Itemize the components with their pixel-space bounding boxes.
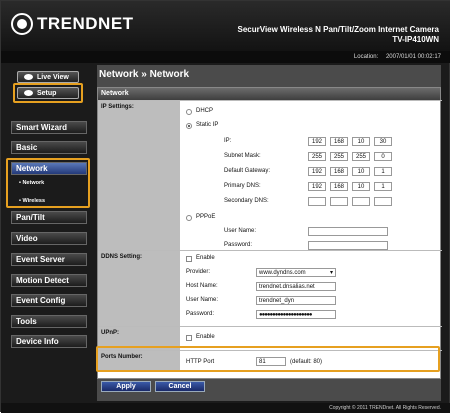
brand-name: TRENDNET: [37, 14, 134, 33]
gateway-octet-3[interactable]: 10: [352, 167, 370, 176]
pppoe-password-input[interactable]: [308, 241, 388, 250]
host-name-label: Host Name:: [186, 283, 218, 289]
ip-settings-row: IP Settings: DHCP Static IP IP: 192 168 …: [98, 100, 442, 250]
ip-octet-3[interactable]: 10: [352, 137, 370, 146]
sidebar-item-video[interactable]: Video: [11, 232, 87, 245]
ddns-enable-checkbox[interactable]: [186, 256, 192, 262]
gateway-octet-2[interactable]: 168: [330, 167, 348, 176]
primary-dns-label: Primary DNS:: [224, 183, 261, 189]
trendnet-logo: TRENDNET: [11, 13, 134, 35]
ddns-row: DDNS Setting: Enable Provider: www.dyndn…: [98, 250, 442, 326]
provider-select[interactable]: www.dyndns.com: [256, 268, 336, 277]
sidebar-item-pan-tilt[interactable]: Pan/Tilt: [11, 211, 87, 224]
network-highlight: [6, 158, 90, 208]
subnet-octet-4[interactable]: 0: [374, 152, 392, 161]
ddns-password-label: Password:: [186, 311, 215, 317]
sidebar-item-basic[interactable]: Basic: [11, 141, 87, 154]
pppoe-label: PPPoE: [196, 214, 216, 220]
product-name: SecurView Wireless N Pan/Tilt/Zoom Inter…: [237, 25, 439, 34]
location-datetime: 2007/01/01 00:02:17: [385, 54, 441, 60]
upnp-enable-label: Enable: [196, 334, 215, 340]
sidebar-item-device-info[interactable]: Device Info: [11, 335, 87, 348]
ddns-label: DDNS Setting:: [98, 251, 180, 326]
ip-octet-1[interactable]: 192: [308, 137, 326, 146]
subnet-octet-3[interactable]: 255: [352, 152, 370, 161]
static-ip-label: Static IP: [196, 122, 219, 128]
host-name-input[interactable]: trendnet.dnsalias.net: [256, 282, 336, 291]
pppoe-radio[interactable]: [186, 215, 192, 221]
cancel-button[interactable]: Cancel: [155, 381, 205, 392]
network-panel: Network IP Settings: DHCP Static IP IP: …: [96, 87, 442, 379]
subnet-octet-1[interactable]: 255: [308, 152, 326, 161]
product-title: SecurView Wireless N Pan/Tilt/Zoom Inter…: [238, 25, 439, 45]
sidebar-item-event-server[interactable]: Event Server: [11, 253, 87, 266]
location-bar: Location: 2007/01/01 00:02:17: [1, 51, 450, 63]
ip-label: IP:: [224, 138, 232, 144]
secondary-dns-octet-4[interactable]: [374, 197, 392, 206]
ip-octet-2[interactable]: 168: [330, 137, 348, 146]
dhcp-radio[interactable]: [186, 109, 192, 115]
eye-icon: [24, 74, 33, 80]
secondary-dns-label: Secondary DNS:: [224, 198, 269, 204]
upnp-enable-checkbox[interactable]: [186, 335, 192, 341]
gateway-octet-1[interactable]: 192: [308, 167, 326, 176]
live-view-label: Live View: [37, 73, 69, 81]
ports-highlight: [96, 346, 440, 372]
sidebar-item-smart-wizard[interactable]: Smart Wizard: [11, 121, 87, 134]
sidebar-item-motion-detect[interactable]: Motion Detect: [11, 274, 87, 287]
ddns-username-label: User Name:: [186, 297, 219, 303]
ip-settings-label: IP Settings:: [98, 101, 180, 250]
sidebar-item-event-config[interactable]: Event Config: [11, 294, 87, 307]
pppoe-password-label: Password:: [224, 242, 253, 248]
live-view-button[interactable]: Live View: [17, 71, 79, 83]
static-ip-radio[interactable]: [186, 123, 192, 129]
pppoe-username-label: User Name:: [224, 228, 257, 234]
location-label: Location:: [353, 54, 379, 60]
gateway-label: Default Gateway:: [224, 168, 271, 174]
dhcp-label: DHCP: [196, 108, 214, 114]
ip-octet-4[interactable]: 30: [374, 137, 392, 146]
camera-web-ui: TRENDNET SecurView Wireless N Pan/Tilt/Z…: [0, 0, 450, 413]
primary-dns-octet-1[interactable]: 192: [308, 182, 326, 191]
ddns-enable-label: Enable: [196, 255, 215, 261]
setup-highlight: [13, 83, 83, 103]
ddns-password-input[interactable]: ●●●●●●●●●●●●●●●●●●●●: [256, 310, 336, 319]
primary-dns-octet-3[interactable]: 10: [352, 182, 370, 191]
secondary-dns-octet-2[interactable]: [330, 197, 348, 206]
sidebar-item-tools[interactable]: Tools: [11, 315, 87, 328]
pppoe-username-input[interactable]: [308, 227, 388, 236]
subnet-label: Subnet Mask:: [224, 153, 261, 159]
apply-button[interactable]: Apply: [101, 381, 151, 392]
sidebar: Live View Setup Smart Wizard Basic Netwo…: [1, 63, 97, 403]
secondary-dns-octet-1[interactable]: [308, 197, 326, 206]
breadcrumb: Network » Network: [99, 69, 190, 80]
panel-title: Network: [98, 88, 440, 100]
primary-dns-octet-2[interactable]: 168: [330, 182, 348, 191]
subnet-octet-2[interactable]: 255: [330, 152, 348, 161]
product-model: TV-IP410WN: [392, 35, 439, 44]
provider-label: Provider:: [186, 269, 211, 275]
ddns-username-input[interactable]: trendnet_dyn: [256, 296, 336, 305]
logo-mark-icon: [11, 13, 33, 35]
gateway-octet-4[interactable]: 1: [374, 167, 392, 176]
primary-dns-octet-4[interactable]: 1: [374, 182, 392, 191]
main-content: Network » Network Network IP Settings: D…: [96, 65, 442, 401]
secondary-dns-octet-3[interactable]: [352, 197, 370, 206]
